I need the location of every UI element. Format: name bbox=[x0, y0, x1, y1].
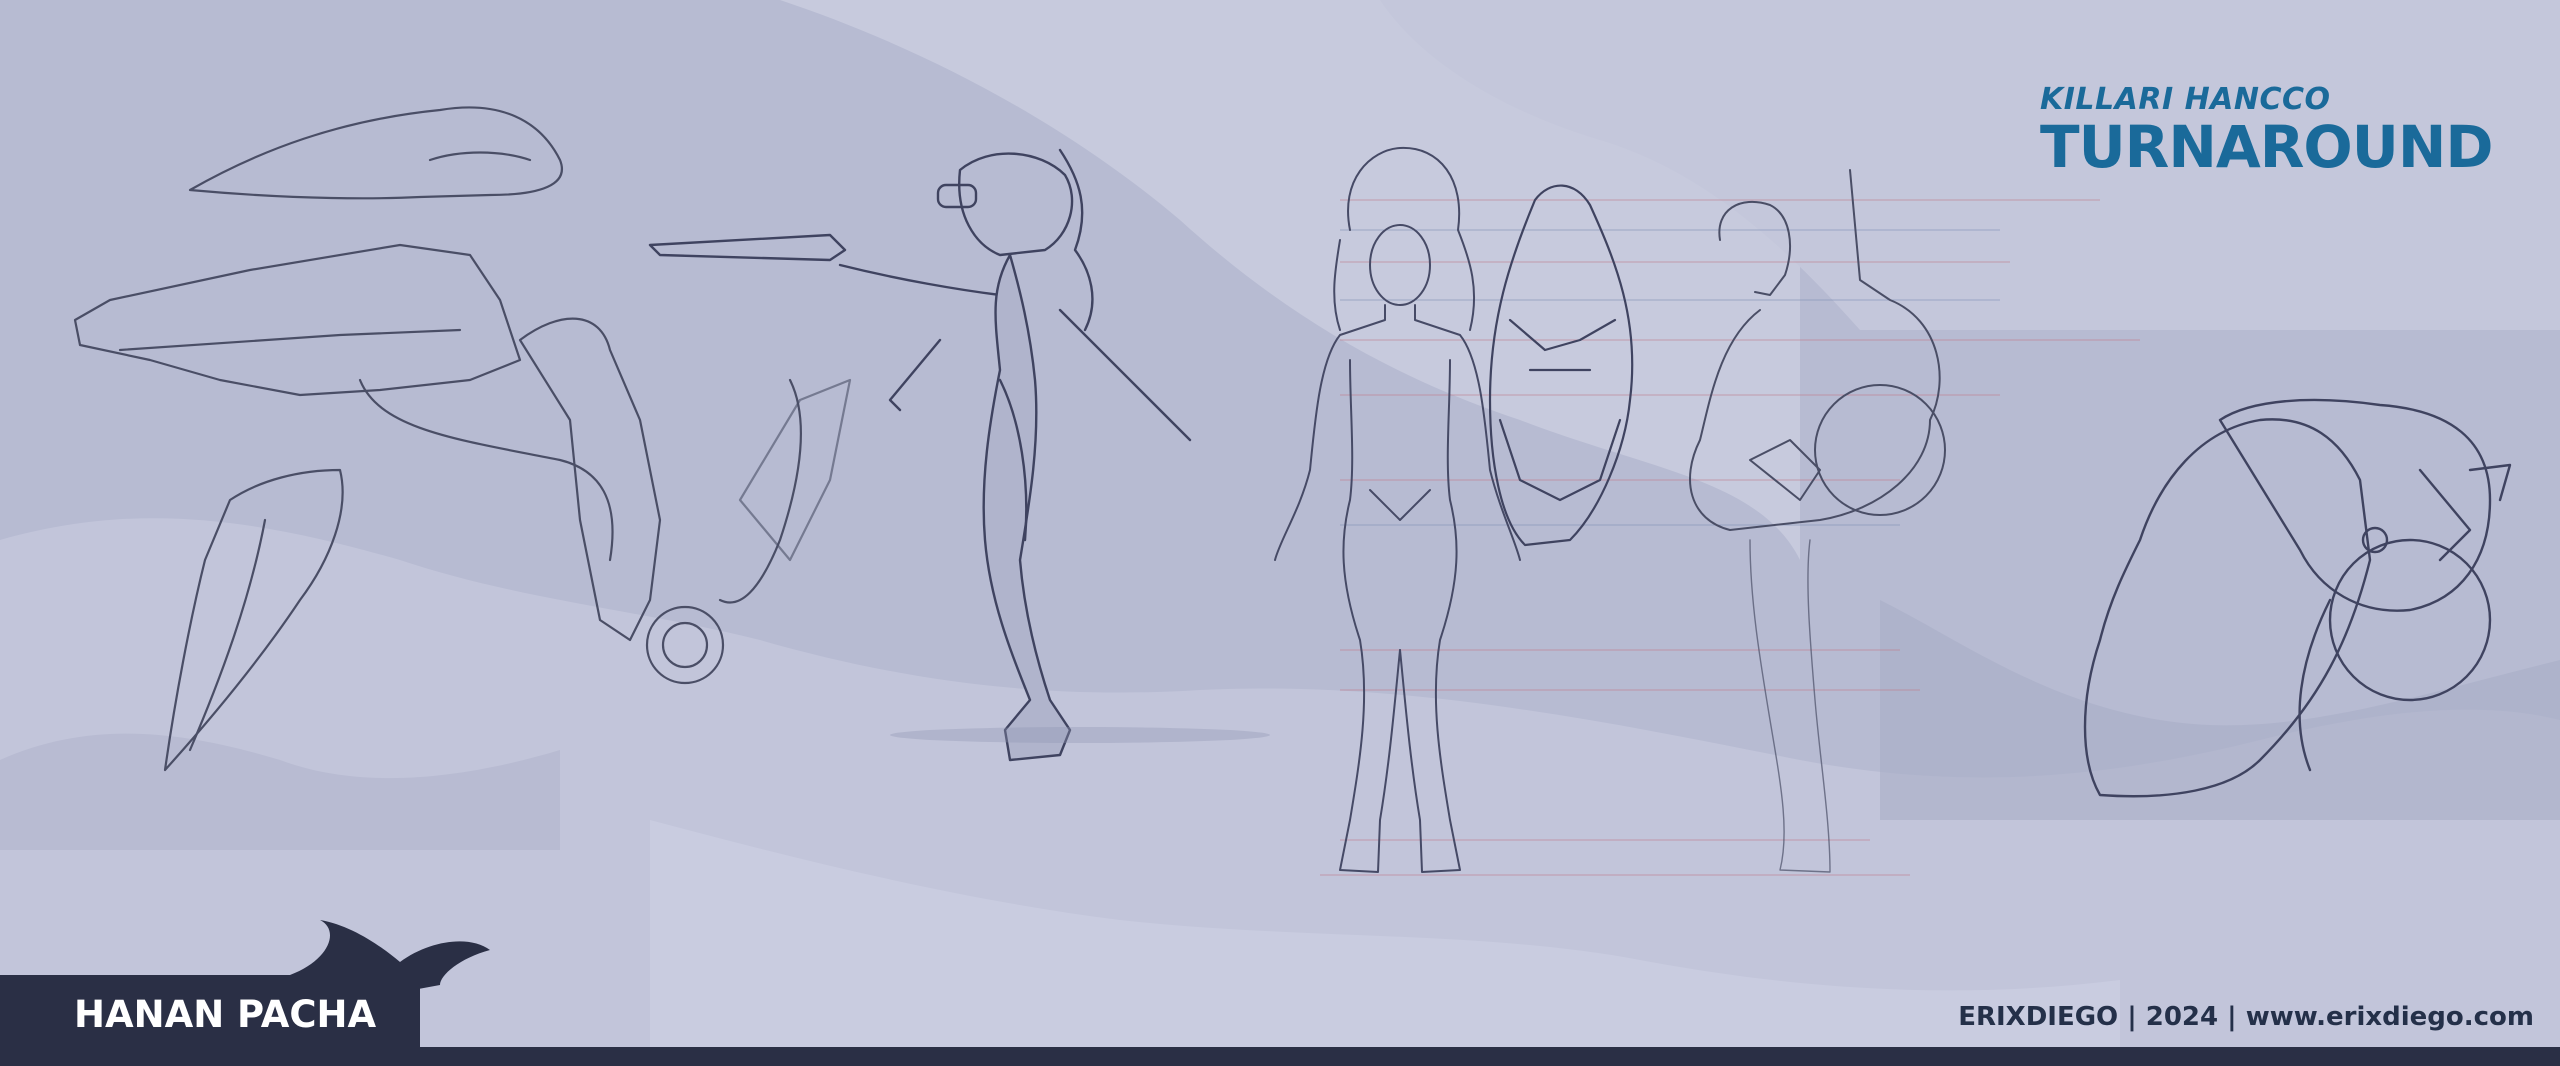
character-name: KILLARI HANCCO bbox=[2040, 82, 2331, 117]
turnaround-sheet: KILLARI HANCCO TURNAROUND HANAN PACHA ER… bbox=[0, 0, 2560, 1066]
cast-shadow bbox=[890, 727, 1270, 743]
page-title: TURNAROUND bbox=[2040, 113, 2493, 181]
project-name: HANAN PACHA bbox=[74, 993, 377, 1036]
artist-credits: ERIXDIEGO | 2024 | www.erixdiego.com bbox=[1958, 1002, 2534, 1032]
